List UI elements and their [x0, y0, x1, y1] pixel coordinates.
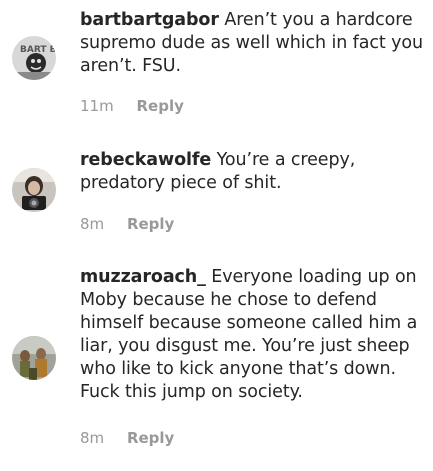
comment-timestamp: 11m: [80, 97, 114, 115]
reply-button[interactable]: Reply: [127, 215, 174, 233]
comment-username[interactable]: rebeckawolfe: [80, 150, 211, 170]
user-avatar-camera-icon[interactable]: [12, 168, 56, 212]
comment-timestamp: 8m: [80, 429, 105, 447]
comment-meta: 8m Reply: [80, 429, 174, 447]
comment-text: muzzaroach_ Everyone loading up on Moby …: [80, 266, 425, 404]
comment-meta: 8m Reply: [80, 215, 174, 233]
reply-button[interactable]: Reply: [127, 429, 174, 447]
user-avatar-group-icon[interactable]: [12, 336, 56, 380]
comment-username[interactable]: bartbartgabor: [80, 10, 219, 30]
comment-text: bartbartgabor Aren’t you a hardcore supr…: [80, 9, 425, 78]
comment-meta: 11m Reply: [80, 97, 184, 115]
user-avatar-bart-icon[interactable]: BART BART: [12, 36, 56, 80]
comment-timestamp: 8m: [80, 215, 105, 233]
comment-username[interactable]: muzzaroach_: [80, 267, 206, 287]
reply-button[interactable]: Reply: [136, 97, 183, 115]
comment-message: Everyone loading up on Moby because he c…: [80, 267, 418, 402]
comment-text: rebeckawolfe You’re a creepy, predatory …: [80, 149, 425, 195]
